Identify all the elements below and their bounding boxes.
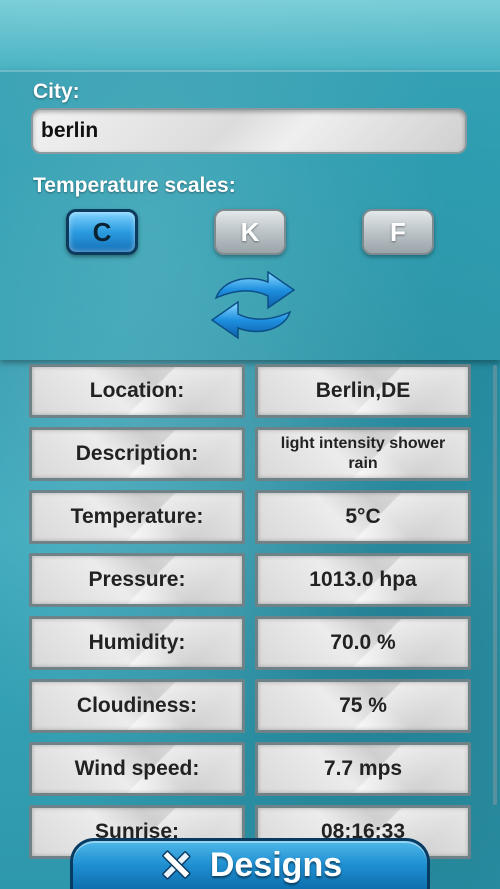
city-label: City:: [33, 80, 80, 103]
location-label: Location:: [29, 364, 245, 418]
cloudiness-label: Cloudiness:: [29, 679, 245, 733]
location-value: Berlin,DE: [255, 364, 471, 418]
humidity-value: 70.0 %: [255, 616, 471, 670]
wind-speed-value: 7.7 mps: [255, 742, 471, 796]
temperature-value: 5°C: [255, 490, 471, 544]
designs-tab[interactable]: Designs: [70, 838, 430, 889]
temperature-label: Temperature:: [29, 490, 245, 544]
temperature-scales-label: Temperature scales:: [33, 174, 236, 197]
scrollbar[interactable]: [493, 365, 497, 805]
pencil-ruler-icon: [162, 850, 191, 880]
humidity-label: Humidity:: [29, 616, 245, 670]
fahrenheit-button[interactable]: F: [362, 209, 434, 255]
designs-label: Designs: [209, 845, 343, 884]
pressure-value: 1013.0 hpa: [255, 553, 471, 607]
pressure-label: Pressure:: [29, 553, 245, 607]
wind-speed-label: Wind speed:: [29, 742, 245, 796]
cloudiness-value: 75 %: [255, 679, 471, 733]
refresh-arrows-icon[interactable]: [208, 268, 298, 342]
description-label: Description:: [29, 427, 245, 481]
city-input[interactable]: [31, 108, 467, 154]
description-value: light intensity shower rain: [255, 427, 471, 481]
celsius-button[interactable]: C: [66, 209, 138, 255]
header-background: [0, 0, 500, 70]
kelvin-button[interactable]: K: [214, 209, 286, 255]
